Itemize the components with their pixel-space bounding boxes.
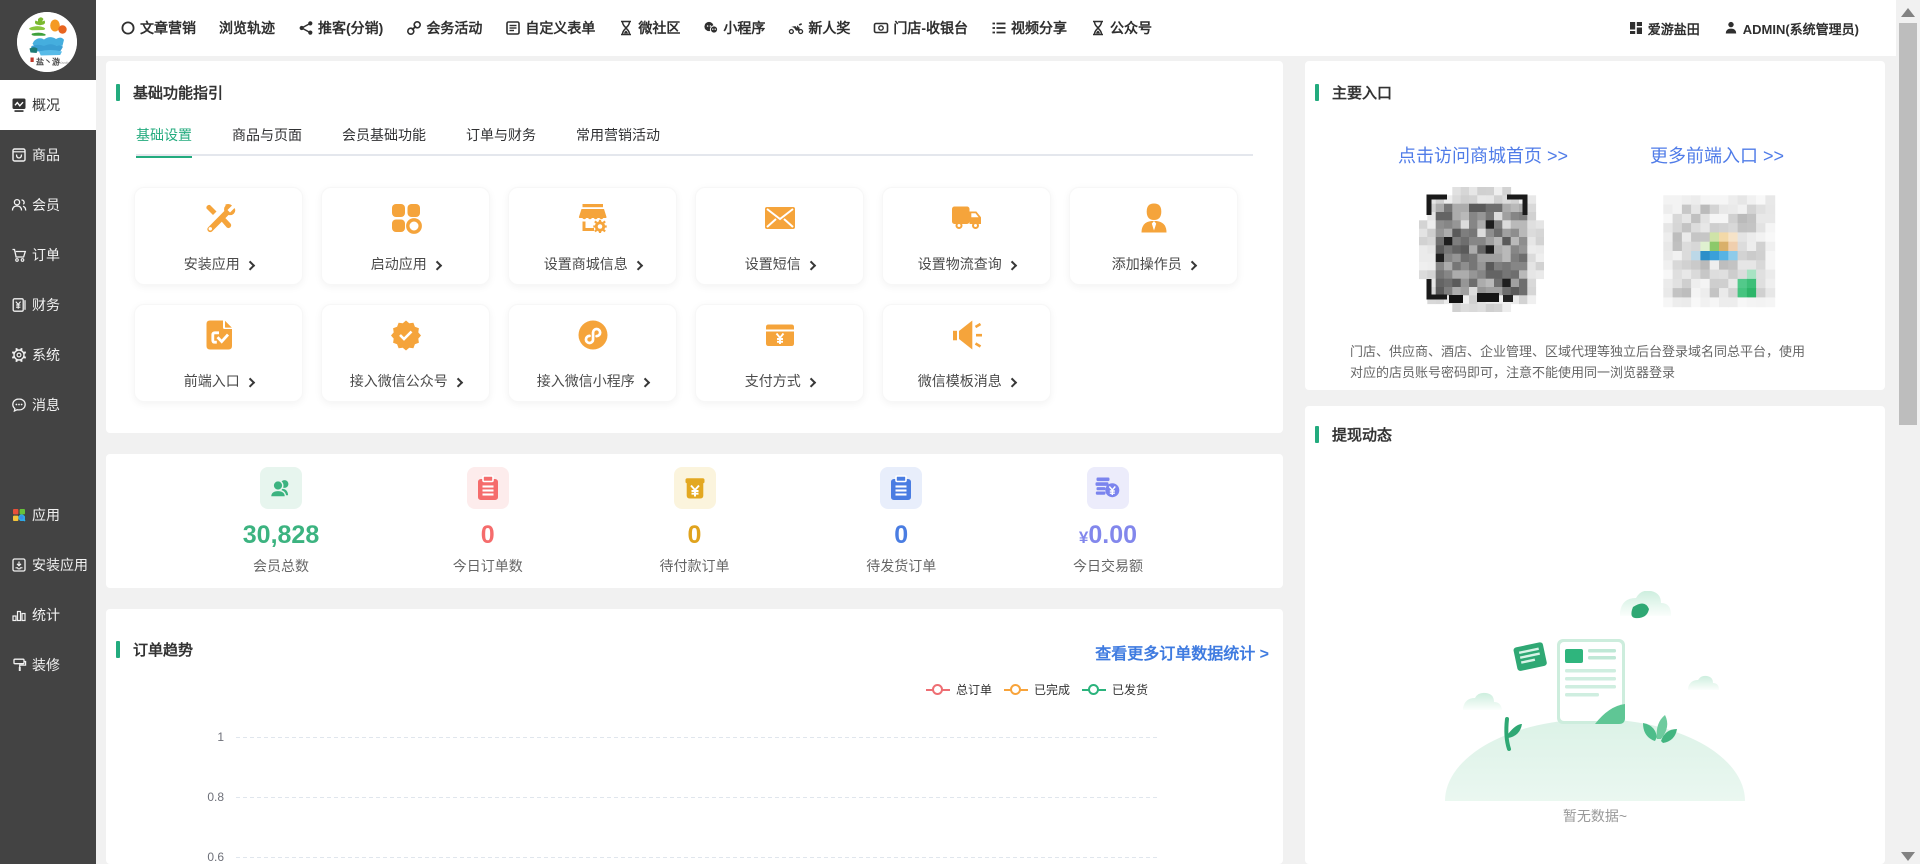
svg-text:Yantian: Yantian bbox=[59, 60, 72, 65]
svg-text:盐丶游: 盐丶游 bbox=[36, 57, 60, 67]
